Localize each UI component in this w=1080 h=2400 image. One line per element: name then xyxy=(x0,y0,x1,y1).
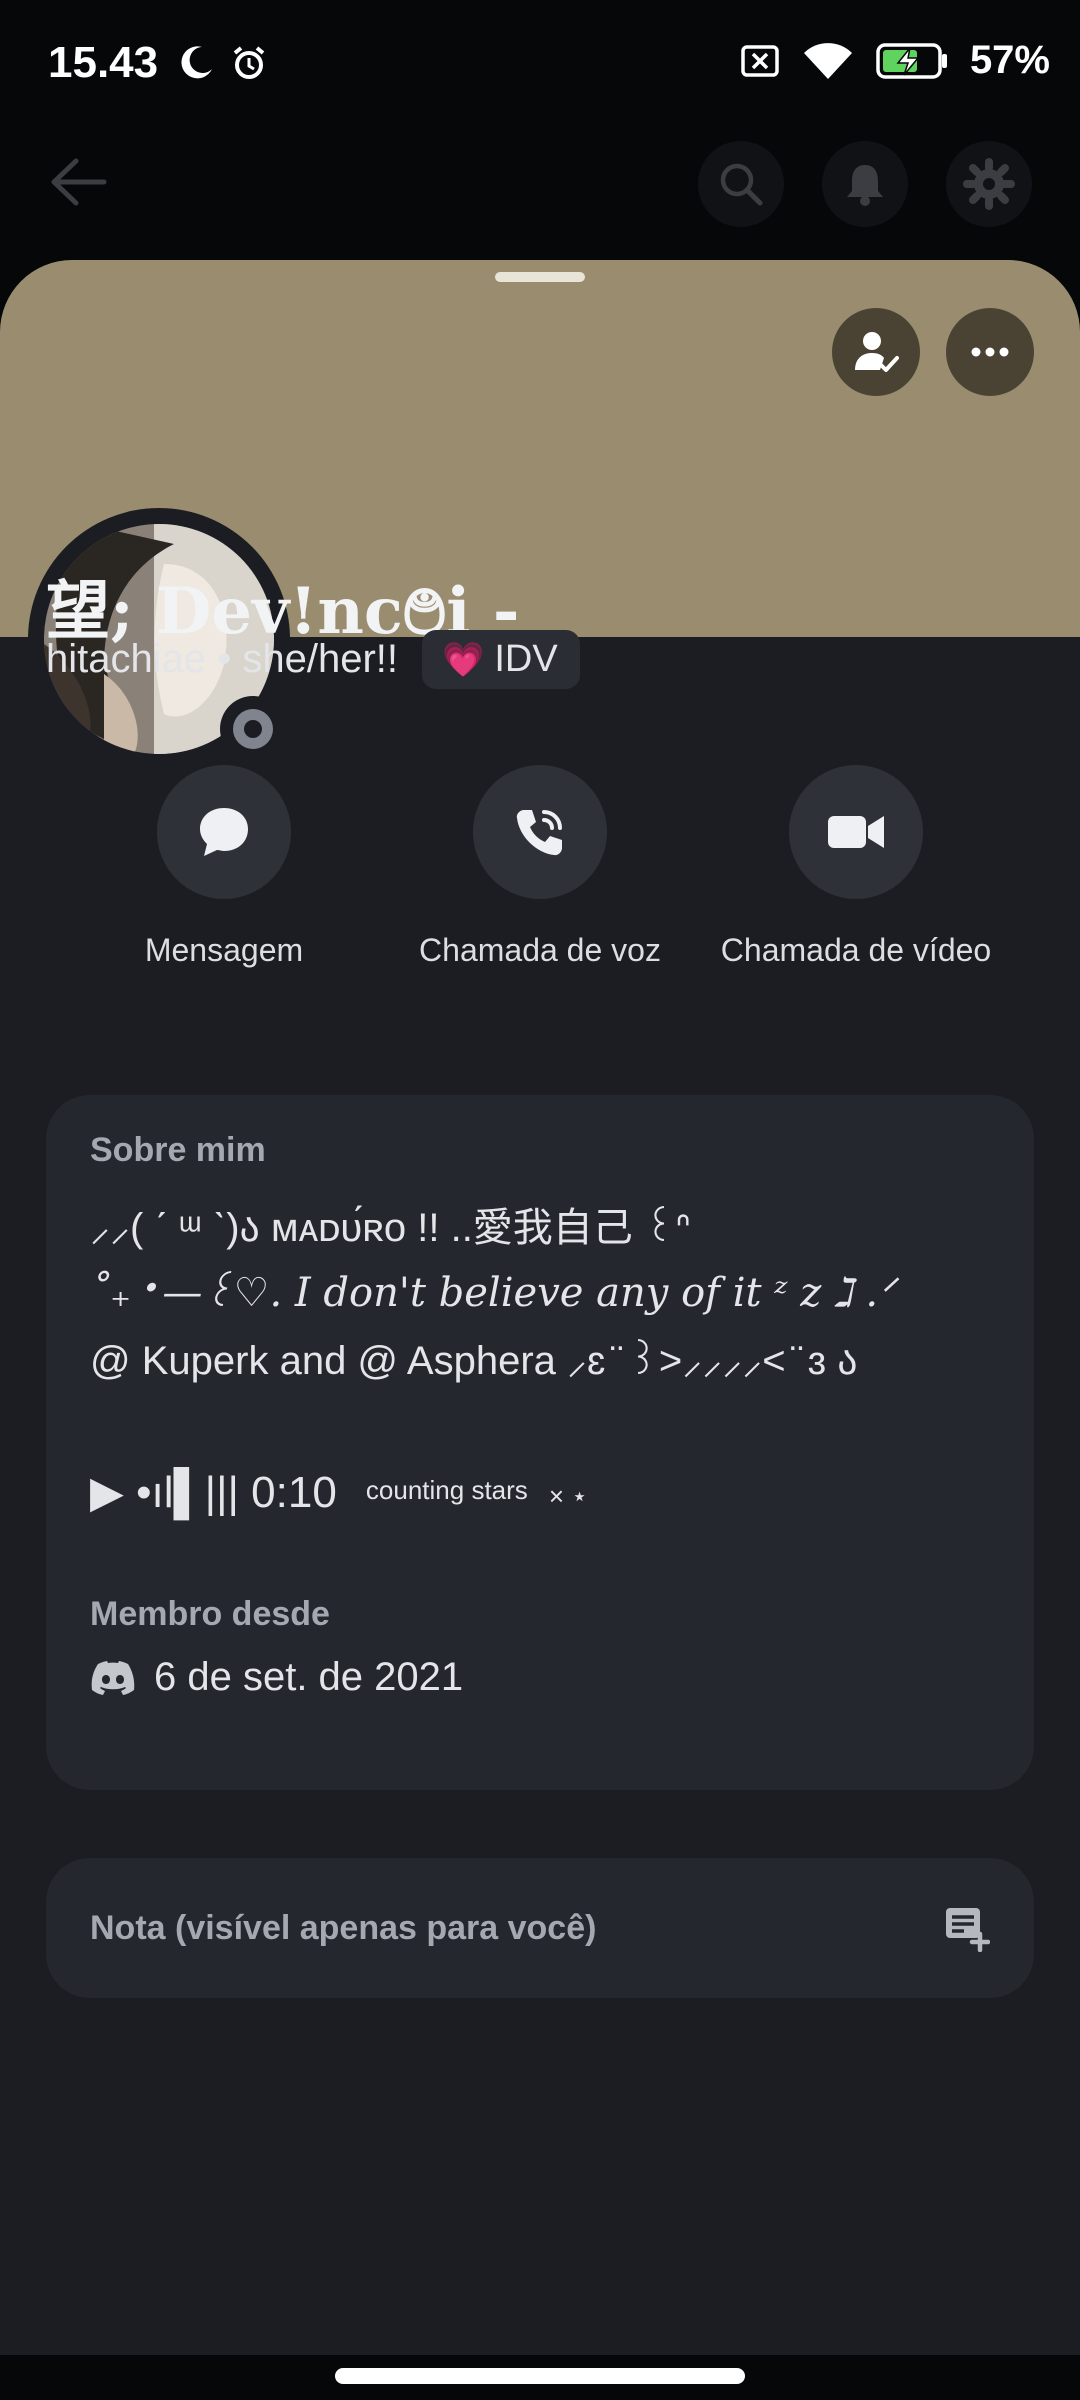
tag-label: IDV xyxy=(494,638,558,680)
member-since-title: Membro desde xyxy=(90,1595,330,1633)
more-dots-icon xyxy=(971,347,1009,357)
search-icon xyxy=(720,163,763,206)
message-bubble-icon xyxy=(200,808,248,856)
bio-line-3: @ Kuperk and @ Asphera ⸝ɛ ̈ ꒱>⸝⸝⸝⸝< ̈ ɜ … xyxy=(90,1339,858,1383)
audio-progress: ▶ •ıl▌||| 0:10 xyxy=(90,1468,337,1517)
note-placeholder: Nota (visível apenas para você) xyxy=(90,1908,597,1947)
battery-icon xyxy=(876,42,947,79)
voice-call-label: Chamada de voz xyxy=(419,932,661,968)
discord-icon xyxy=(91,1660,135,1695)
video-call-circle xyxy=(789,765,923,899)
status-time: 15.43 xyxy=(48,38,269,88)
bio-line-1: ⸝⸝( ˊ ᵚ ˋ)ა ᴍᴀᴅᴜ́ʀᴏ !! ..愛我自己 ꒰ᐢ xyxy=(90,1206,691,1250)
about-title: Sobre mim xyxy=(90,1131,266,1169)
note-card[interactable]: Nota (visível apenas para você) xyxy=(46,1858,1034,1998)
home-indicator[interactable] xyxy=(335,2368,745,2384)
wifi-icon xyxy=(803,42,852,79)
bell-icon xyxy=(847,165,883,206)
username-line: hitachiae • she/her!! xyxy=(46,637,398,681)
phone-icon xyxy=(516,810,562,856)
friend-check-icon xyxy=(855,332,899,372)
back-arrow-icon xyxy=(51,158,107,206)
heart-icon: 💗 xyxy=(442,640,485,679)
more-options-button[interactable] xyxy=(946,308,1034,396)
message-label: Mensagem xyxy=(144,932,304,968)
message-circle xyxy=(157,765,291,899)
video-call-button[interactable]: Chamada de vídeo xyxy=(721,765,991,973)
bio-audio-line: ▶ •ıl▌||| 0:10 counting stars × ⋆ xyxy=(90,1467,588,1518)
add-note-icon[interactable] xyxy=(942,1904,990,1952)
audio-track-name: counting stars xyxy=(365,1475,528,1505)
audio-suffix: × ⋆ xyxy=(548,1481,588,1511)
voice-call-button[interactable]: Chamada de voz xyxy=(410,765,670,973)
member-since-date: 6 de set. de 2021 xyxy=(154,1655,464,1699)
gear-icon xyxy=(963,158,1015,210)
battery-percent: 57% xyxy=(969,38,1050,82)
drag-handle[interactable] xyxy=(495,272,585,282)
video-call-label: Chamada de vídeo xyxy=(720,932,992,968)
back-button[interactable] xyxy=(44,147,114,217)
message-button[interactable]: Mensagem xyxy=(94,765,354,973)
member-since-row: 6 de set. de 2021 xyxy=(90,1655,463,1700)
no-sim-icon xyxy=(741,44,779,77)
bio-line-2: ˚₊‧—꒰♡. I don't believe any of it ᶻ z ℷ … xyxy=(90,1270,896,1316)
alarm-icon xyxy=(233,46,264,79)
top-nav xyxy=(0,125,1080,245)
search-button[interactable] xyxy=(698,141,784,227)
server-tag[interactable]: 💗 IDV xyxy=(422,630,580,689)
username-pronouns: hitachiae • she/her!! 💗 IDV xyxy=(46,630,580,689)
video-camera-icon xyxy=(828,816,884,848)
notifications-button[interactable] xyxy=(822,141,908,227)
status-bar: 15.43 57% xyxy=(0,0,1080,125)
voice-call-circle xyxy=(473,765,607,899)
moon-icon xyxy=(181,46,213,79)
settings-button[interactable] xyxy=(946,141,1032,227)
profile-actions: Mensagem Chamada de voz Chamada de vídeo xyxy=(0,765,1080,1045)
about-card: Sobre mim ⸝⸝( ˊ ᵚ ˋ)ა ᴍᴀᴅᴜ́ʀᴏ !! ..愛我自己 … xyxy=(46,1095,1034,1790)
friend-status-button[interactable] xyxy=(832,308,920,396)
